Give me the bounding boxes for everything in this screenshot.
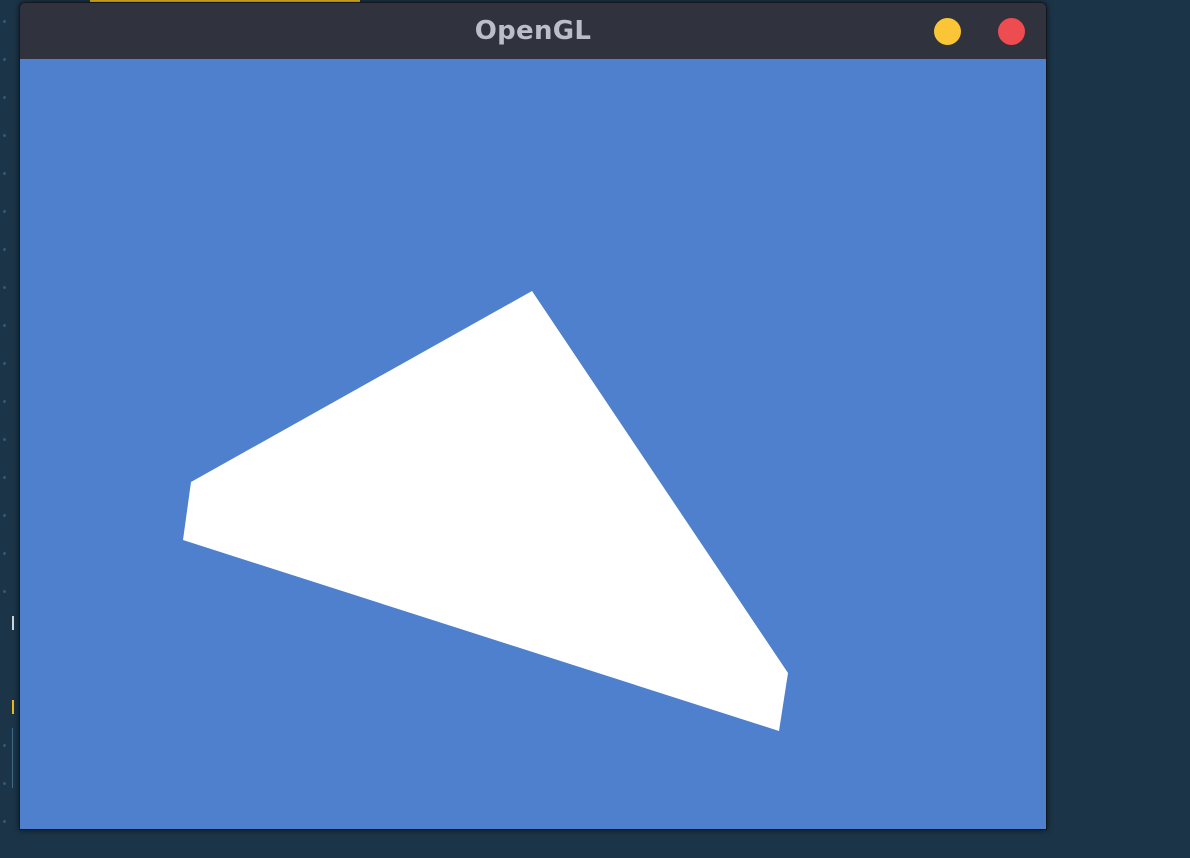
minimize-button[interactable] [934, 18, 961, 45]
window-titlebar[interactable]: OpenGL [20, 3, 1046, 59]
desktop: OpenGL [0, 0, 1190, 858]
opengl-window: OpenGL [19, 2, 1047, 830]
render-surface [183, 291, 788, 731]
close-button[interactable] [998, 18, 1025, 45]
window-title: OpenGL [474, 16, 592, 46]
rendered-quad [183, 291, 788, 731]
editor-gutter [0, 0, 10, 858]
opengl-viewport [20, 59, 1046, 829]
